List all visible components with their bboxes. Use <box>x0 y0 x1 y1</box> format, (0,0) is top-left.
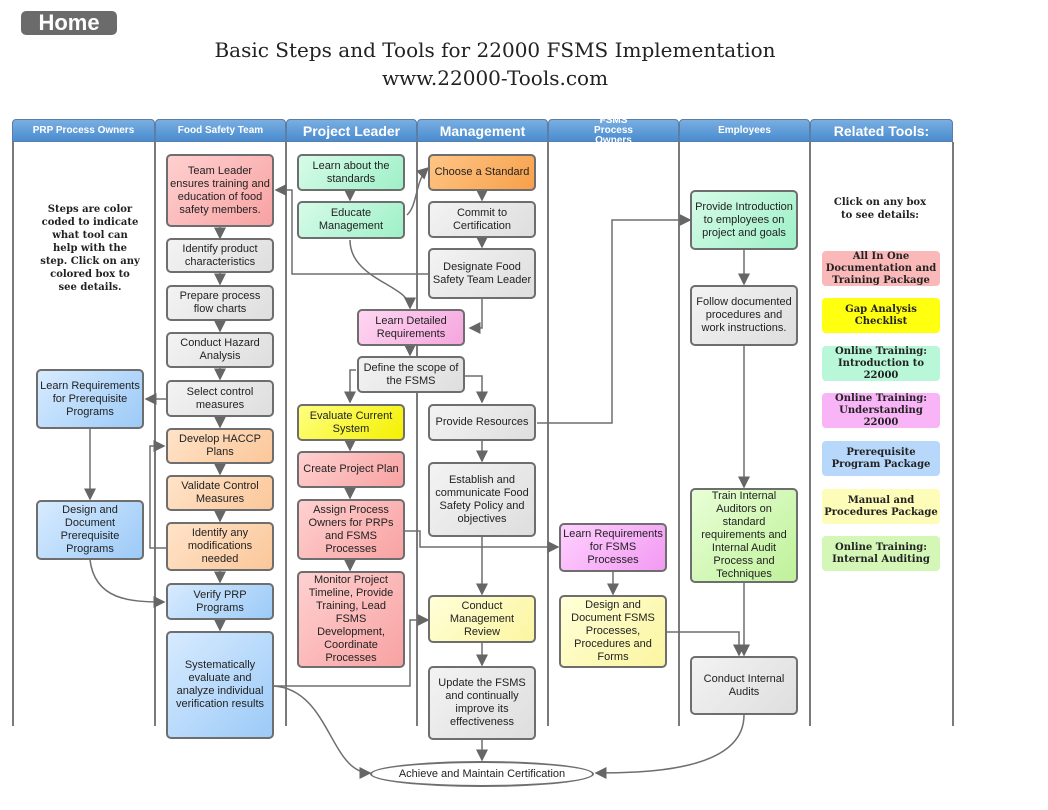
lane-divider <box>154 142 156 726</box>
lane-header-related-tools: Related Tools: <box>810 119 953 142</box>
step-employee-introduction[interactable]: Provide Introduction to employees on pro… <box>690 190 798 250</box>
tool-all-in-one-package[interactable]: All In One Documentation and Training Pa… <box>822 251 940 286</box>
page-subtitle: www.22000-Tools.com <box>381 66 609 90</box>
step-validate-control[interactable]: Validate Control Measures <box>166 475 274 511</box>
step-hazard-analysis[interactable]: Conduct Hazard Analysis <box>166 332 274 368</box>
step-define-scope[interactable]: Define the scope of the FSMS <box>357 356 465 393</box>
step-train-internal-auditors[interactable]: Train Internal Auditors on standard requ… <box>690 488 798 583</box>
home-button[interactable]: Home <box>21 11 117 35</box>
step-evaluate-current-system[interactable]: Evaluate Current System <box>297 404 405 441</box>
step-management-review[interactable]: Conduct Management Review <box>428 595 536 643</box>
lane-header-project-leader: Project Leader <box>286 119 417 142</box>
step-learn-prp-requirements[interactable]: Learn Requirements for Prerequisite Prog… <box>36 369 144 429</box>
lane-divider <box>678 142 680 726</box>
step-design-prp[interactable]: Design and Document Prerequisite Program… <box>36 500 144 560</box>
tool-prerequisite-program-package[interactable]: Prerequisite Program Package <box>822 441 940 476</box>
lane-divider <box>285 142 287 726</box>
tools-note: Click on any box to see details: <box>833 197 927 221</box>
lane-header-employees: Employees <box>679 119 810 142</box>
tool-online-training-understanding[interactable]: Online Training: Understanding 22000 <box>822 393 940 428</box>
lane-divider <box>952 142 954 726</box>
step-evaluate-verification[interactable]: Systematically evaluate and analyze indi… <box>166 631 274 739</box>
lane-divider <box>416 142 418 726</box>
step-develop-haccp[interactable]: Develop HACCP Plans <box>166 428 274 464</box>
step-provide-resources[interactable]: Provide Resources <box>428 404 536 441</box>
step-create-project-plan[interactable]: Create Project Plan <box>297 451 405 488</box>
step-verify-prp[interactable]: Verify PRP Programs <box>166 583 274 620</box>
step-assign-process-owners[interactable]: Assign Process Owners for PRPs and FSMS … <box>297 499 405 560</box>
lane-header-fsms-process-owners: FSMS Process Owners <box>548 115 679 145</box>
step-identify-modifications[interactable]: Identify any modifications needed <box>166 522 274 571</box>
step-identify-product[interactable]: Identify product characteristics <box>166 238 274 273</box>
step-learn-detailed-requirements[interactable]: Learn Detailed Requirements <box>357 309 465 346</box>
lane-header-management: Management <box>417 119 548 142</box>
step-educate-management[interactable]: Educate Management <box>297 201 405 239</box>
step-follow-procedures[interactable]: Follow documented procedures and work in… <box>690 285 798 346</box>
step-achieve-certification[interactable]: Achieve and Maintain Certification <box>370 761 594 787</box>
tool-gap-analysis-checklist[interactable]: Gap Analysis Checklist <box>822 298 940 333</box>
step-select-control-measures[interactable]: Select control measures <box>166 380 274 417</box>
tool-online-training-internal-auditing[interactable]: Online Training: Internal Auditing <box>822 536 940 571</box>
step-conduct-internal-audits[interactable]: Conduct Internal Audits <box>690 656 798 715</box>
step-food-safety-policy[interactable]: Establish and communicate Food Safety Po… <box>428 462 536 537</box>
step-choose-standard[interactable]: Choose a Standard <box>428 154 536 191</box>
step-monitor-project[interactable]: Monitor Project Timeline, Provide Traini… <box>297 571 405 668</box>
step-design-fsms-processes[interactable]: Design and Document FSMS Processes, Proc… <box>559 595 667 668</box>
tool-manual-procedures-package[interactable]: Manual and Procedures Package <box>822 489 940 524</box>
step-team-leader-training[interactable]: Team Leader ensures training and educati… <box>166 154 274 227</box>
step-process-flow[interactable]: Prepare process flow charts <box>166 285 274 321</box>
page-title: Basic Steps and Tools for 22000 FSMS Imp… <box>214 38 776 62</box>
step-commit-certification[interactable]: Commit to Certification <box>428 201 536 238</box>
color-legend-note: Steps are color coded to indicate what t… <box>40 204 140 293</box>
step-update-fsms[interactable]: Update the FSMS and continually improve … <box>428 666 536 740</box>
lane-header-prp-process-owners: PRP Process Owners <box>12 119 155 142</box>
step-learn-standards[interactable]: Learn about the standards <box>297 154 405 191</box>
step-learn-fsms-requirements[interactable]: Learn Requirements for FSMS Processes <box>559 523 667 572</box>
lane-header-food-safety-team: Food Safety Team <box>155 119 286 142</box>
tool-online-training-intro[interactable]: Online Training: Introduction to 22000 <box>822 346 940 381</box>
lane-divider <box>809 142 811 726</box>
step-designate-team-leader[interactable]: Designate Food Safety Team Leader <box>428 248 536 299</box>
lane-divider <box>547 142 549 726</box>
lane-divider <box>12 142 14 726</box>
